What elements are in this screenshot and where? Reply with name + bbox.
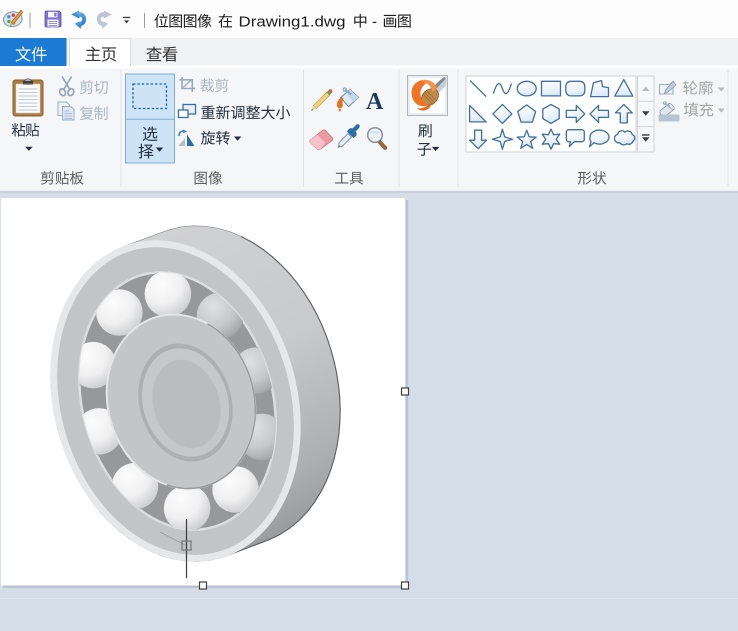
svg-text:Drawing1.dwg: Drawing1.dwg bbox=[239, 14, 346, 31]
svg-text:-: - bbox=[372, 14, 377, 31]
svg-text:A: A bbox=[366, 89, 384, 115]
